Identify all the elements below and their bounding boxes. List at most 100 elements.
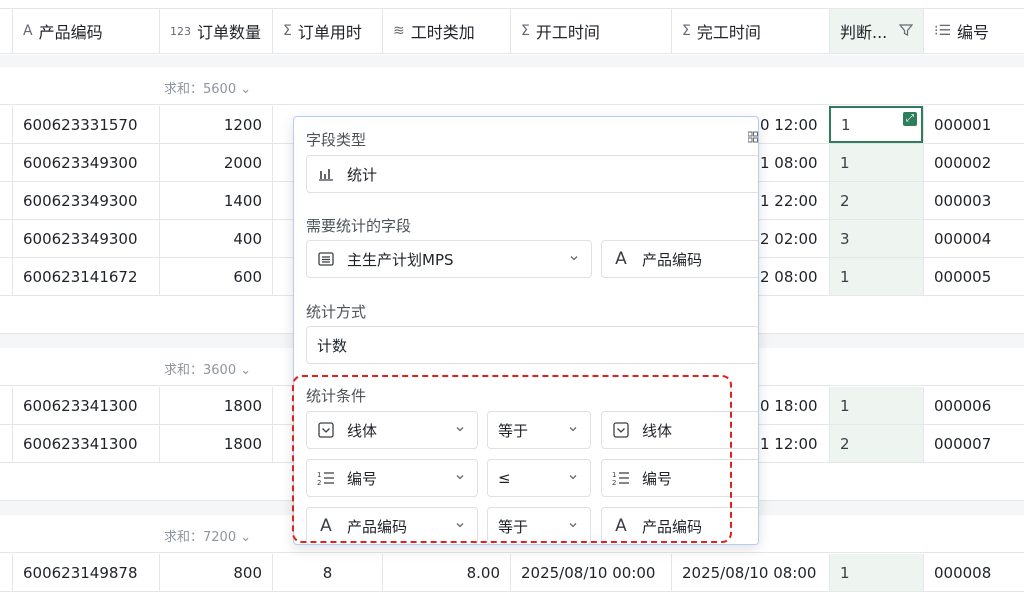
judge-cell[interactable]: 1 bbox=[829, 258, 923, 295]
condition-value-select[interactable]: 线体 bbox=[601, 411, 758, 449]
judge-cell[interactable]: 1 bbox=[829, 387, 923, 424]
method-select[interactable]: 计数 bbox=[306, 326, 758, 364]
column-header-start-time[interactable]: Σ 开工时间 bbox=[510, 9, 671, 53]
judge-cell[interactable]: 3 bbox=[829, 220, 923, 257]
stat-field-select[interactable]: A 产品编码 bbox=[601, 240, 758, 278]
number-cell[interactable]: 000008 bbox=[923, 554, 1024, 591]
grid-header: A 产品编码 123 订单数量 Σ 订单用时 ≋ 工时类加 Σ 开工时间 Σ 完… bbox=[0, 8, 1024, 54]
stat-field-label: 需要统计的字段 bbox=[306, 217, 412, 235]
product-code-cell[interactable]: 600623341300 bbox=[12, 425, 159, 462]
stat-table-select[interactable]: 主生产计划MPS bbox=[306, 240, 592, 278]
field-type-value: 统计 bbox=[347, 165, 378, 184]
finish-time-partial: 1 08:00 bbox=[760, 154, 818, 172]
column-header-order-time[interactable]: Σ 订单用时 bbox=[272, 9, 382, 53]
group-separator bbox=[0, 55, 1024, 67]
sum-icon: Σ bbox=[521, 23, 530, 39]
column-header-product-code[interactable]: A 产品编码 bbox=[12, 9, 159, 53]
condition-field-select[interactable]: A 产品编码 bbox=[306, 507, 478, 544]
grid-icon[interactable] bbox=[748, 131, 758, 145]
condition-value-text: 线体 bbox=[642, 421, 673, 440]
layers-icon: ≋ bbox=[393, 23, 405, 39]
table-row[interactable]: 600623149878 800 8 8.00 2025/08/10 00:00… bbox=[0, 554, 1024, 592]
judge-cell[interactable]: 1 bbox=[829, 554, 923, 591]
finish-time-partial: 2 08:00 bbox=[760, 268, 818, 286]
condition-operator-value: ≤ bbox=[498, 469, 511, 487]
column-header-hours-cumulative[interactable]: ≋ 工时类加 bbox=[382, 9, 510, 53]
order-qty-cell[interactable]: 1800 bbox=[159, 387, 272, 424]
finish-time-partial: 1 12:00 bbox=[760, 435, 818, 453]
group-sum-dropdown[interactable]: 求和：3600 ⌄ bbox=[164, 359, 251, 378]
filter-icon[interactable] bbox=[899, 23, 913, 37]
autonumber-icon: 12 bbox=[317, 470, 335, 486]
condition-field-value: 线体 bbox=[347, 421, 378, 440]
column-header-label: 完工时间 bbox=[696, 23, 761, 42]
text-icon: A bbox=[320, 516, 332, 536]
chevron-down-icon bbox=[570, 256, 578, 261]
order-qty-cell[interactable]: 400 bbox=[159, 220, 272, 257]
chevron-down-icon bbox=[569, 523, 577, 528]
column-header-label: 产品编码 bbox=[38, 23, 103, 42]
column-header-label: 工时类加 bbox=[410, 23, 475, 42]
number-cell[interactable]: 000006 bbox=[923, 387, 1024, 424]
column-header-label: 开工时间 bbox=[535, 23, 600, 42]
condition-field-value: 产品编码 bbox=[347, 517, 408, 536]
hours-cumulative-cell[interactable]: 8.00 bbox=[382, 554, 510, 591]
order-qty-cell[interactable]: 2000 bbox=[159, 144, 272, 181]
number-cell[interactable]: 000007 bbox=[923, 425, 1024, 462]
group-sum-dropdown[interactable]: 求和：7200 ⌄ bbox=[164, 526, 251, 545]
product-code-cell[interactable]: 600623331570 bbox=[12, 106, 159, 143]
finish-time-cell[interactable]: 2025/08/10 08:00 bbox=[671, 554, 829, 591]
condition-field-select[interactable]: 12 编号 bbox=[306, 459, 478, 497]
condition-field-select[interactable]: 线体 bbox=[306, 411, 478, 449]
number-cell[interactable]: 000002 bbox=[923, 144, 1024, 181]
number-cell[interactable]: 000004 bbox=[923, 220, 1024, 257]
column-header-finish-time[interactable]: Σ 完工时间 bbox=[671, 9, 829, 53]
condition-value-select[interactable]: A 产品编码 bbox=[601, 507, 758, 544]
start-time-cell[interactable]: 2025/08/10 00:00 bbox=[510, 554, 671, 591]
expand-icon[interactable]: ⤢ bbox=[903, 112, 917, 126]
order-qty-cell[interactable]: 1400 bbox=[159, 182, 272, 219]
text-icon: A bbox=[615, 249, 627, 269]
product-code-cell[interactable]: 600623349300 bbox=[12, 220, 159, 257]
chevron-down-icon bbox=[456, 523, 464, 528]
column-header-label: 编号 bbox=[957, 23, 990, 42]
order-qty-cell[interactable]: 1200 bbox=[159, 106, 272, 143]
chevron-down-icon bbox=[569, 427, 577, 432]
judge-value: 1 bbox=[841, 115, 851, 134]
condition-operator-select[interactable]: 等于 bbox=[487, 507, 591, 544]
product-code-cell[interactable]: 600623141672 bbox=[12, 258, 159, 295]
condition-operator-value: 等于 bbox=[498, 517, 529, 536]
judge-cell[interactable]: 2 bbox=[829, 182, 923, 219]
order-qty-cell[interactable]: 600 bbox=[159, 258, 272, 295]
finish-time-partial: 0 12:00 bbox=[760, 116, 818, 134]
condition-value-select[interactable]: 12 编号 bbox=[601, 459, 758, 497]
judge-cell[interactable]: 2 bbox=[829, 425, 923, 462]
column-header-number[interactable]: ⁝☰ 编号 bbox=[923, 9, 1024, 53]
condition-operator-value: 等于 bbox=[498, 421, 529, 440]
group-sum-dropdown[interactable]: 求和：5600 ⌄ bbox=[164, 78, 251, 97]
judge-cell[interactable]: 1 bbox=[829, 144, 923, 181]
judge-cell-active[interactable]: 1 ⤢ bbox=[829, 106, 923, 143]
finish-time-partial: 2 02:00 bbox=[760, 230, 818, 248]
column-header-judge[interactable]: 判断... bbox=[829, 9, 923, 53]
number-cell[interactable]: 000003 bbox=[923, 182, 1024, 219]
stat-field-value: 产品编码 bbox=[642, 250, 703, 269]
sum-icon: Σ bbox=[682, 23, 691, 39]
condition-value-text: 产品编码 bbox=[642, 517, 703, 536]
autonumber-icon: ⁝☰ bbox=[934, 23, 952, 39]
number-cell[interactable]: 000005 bbox=[923, 258, 1024, 295]
field-type-select[interactable]: 统计 bbox=[306, 155, 758, 193]
condition-operator-select[interactable]: ≤ bbox=[487, 459, 591, 497]
order-qty-cell[interactable]: 800 bbox=[159, 554, 272, 591]
field-config-panel: 字段类型 统计 需要统计的字段 主生产计划MPS A 产品编码 统计方式 计数 … bbox=[293, 116, 759, 545]
condition-operator-select[interactable]: 等于 bbox=[487, 411, 591, 449]
product-code-cell[interactable]: 600623341300 bbox=[12, 387, 159, 424]
order-qty-cell[interactable]: 1800 bbox=[159, 425, 272, 462]
product-code-cell[interactable]: 600623149878 bbox=[12, 554, 159, 591]
number-cell[interactable]: 000001 bbox=[923, 106, 1024, 143]
column-header-order-qty[interactable]: 123 订单数量 bbox=[159, 9, 272, 53]
order-time-cell[interactable]: 8 bbox=[272, 554, 382, 591]
product-code-cell[interactable]: 600623349300 bbox=[12, 144, 159, 181]
svg-text:1: 1 bbox=[317, 471, 321, 479]
product-code-cell[interactable]: 600623349300 bbox=[12, 182, 159, 219]
